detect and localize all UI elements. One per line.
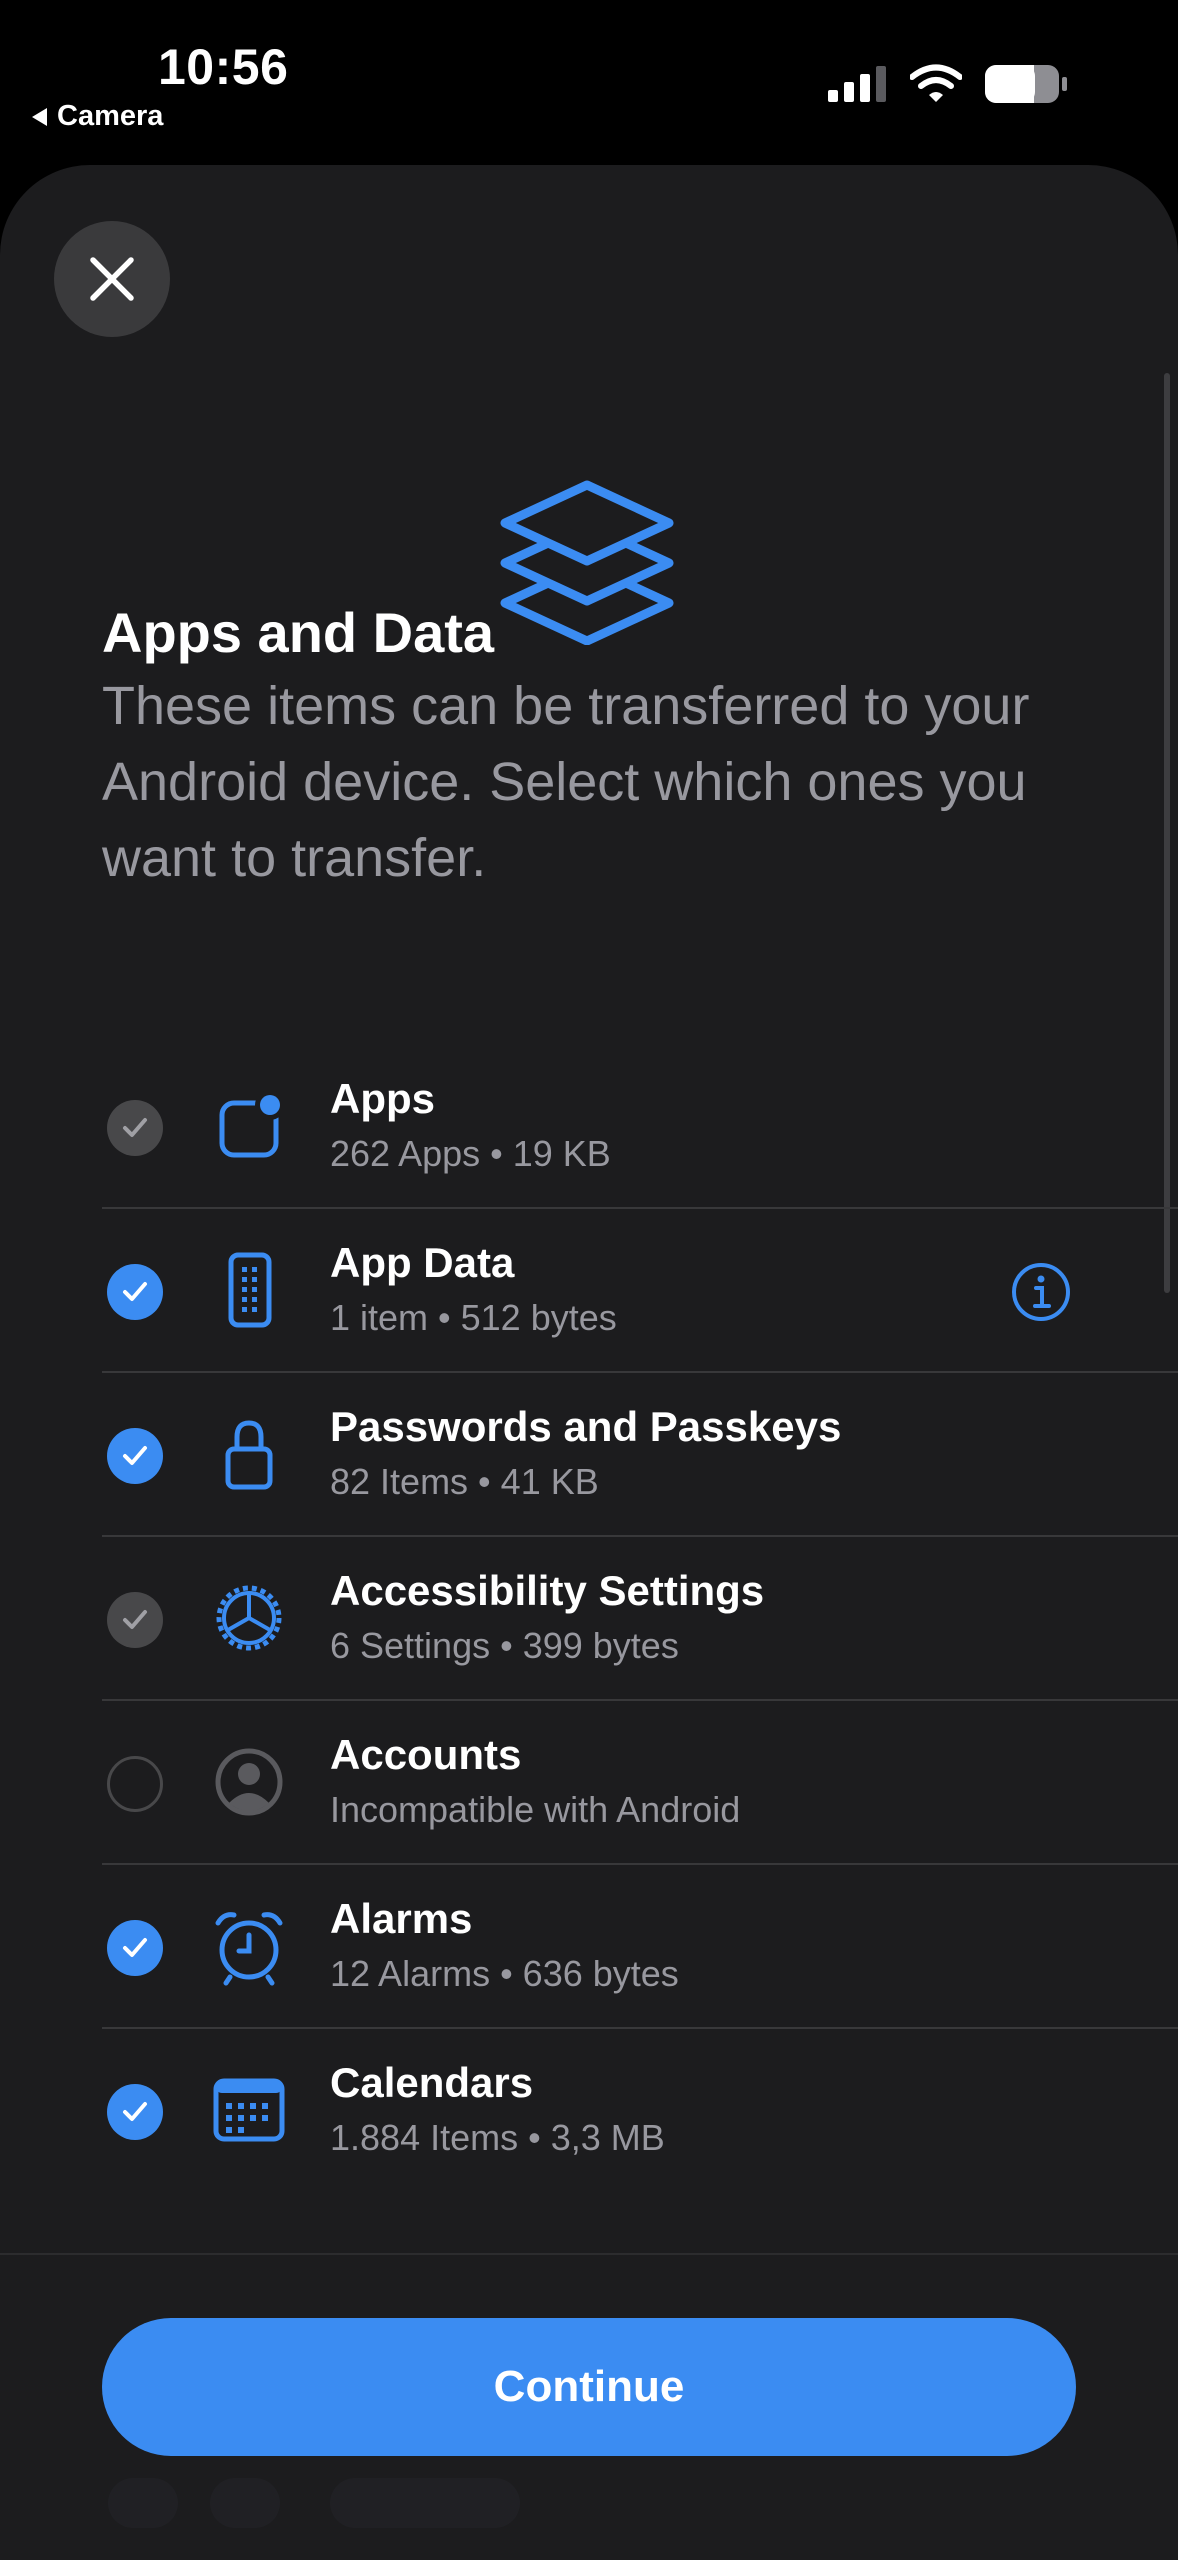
status-time: 10:56 <box>158 39 289 95</box>
item-title: Passwords and Passkeys <box>330 1403 842 1450</box>
scrolled-content-shadow <box>330 2478 520 2528</box>
checkmark-icon[interactable] <box>107 1100 163 1156</box>
list-item-apps[interactable]: Apps 262 Apps • 19 KB <box>0 1045 1178 1209</box>
back-to-camera-link[interactable]: Camera <box>32 100 163 133</box>
list-item-alarms[interactable]: Alarms 12 Alarms • 636 bytes <box>0 1865 1178 2029</box>
checkmark-icon[interactable] <box>107 1592 163 1648</box>
empty-circle-icon <box>107 1756 163 1812</box>
alarm-clock-icon <box>208 1905 290 1987</box>
back-label: Camera <box>57 100 164 132</box>
status-icons <box>828 64 1068 104</box>
wifi-icon <box>910 64 962 102</box>
item-detail: Incompatible with Android <box>330 1789 741 1830</box>
accessibility-gear-icon <box>208 1577 290 1659</box>
item-detail: 6 Settings • 399 bytes <box>330 1625 679 1666</box>
stacked-layers-icon <box>500 480 674 645</box>
item-detail: 82 Items • 41 KB <box>330 1461 599 1502</box>
transfer-items-list: Apps 262 Apps • 19 KB App Data 1 item • … <box>0 1045 1178 2193</box>
phone-icon <box>208 1249 290 1331</box>
info-icon[interactable] <box>1010 1261 1072 1323</box>
item-title: Accounts <box>330 1731 522 1778</box>
close-button[interactable] <box>54 221 170 337</box>
lock-icon <box>208 1413 290 1495</box>
checkmark-icon[interactable] <box>107 1264 163 1320</box>
item-detail: 262 Apps • 19 KB <box>330 1133 611 1174</box>
battery-icon <box>985 65 1067 103</box>
list-item-passwords[interactable]: Passwords and Passkeys 82 Items • 41 KB <box>0 1373 1178 1537</box>
page-subtitle: These items can be transferred to your A… <box>102 676 1030 888</box>
calendar-icon <box>208 2069 290 2151</box>
item-title: Apps <box>330 1075 435 1122</box>
item-title: Accessibility Settings <box>330 1567 765 1614</box>
item-title: Alarms <box>330 1895 473 1942</box>
list-item-accessibility[interactable]: Accessibility Settings 6 Settings • 399 … <box>0 1537 1178 1701</box>
scrolled-content-shadow <box>108 2478 178 2528</box>
app-badge-icon <box>208 1085 290 1167</box>
status-bar: 10:56 Camera <box>0 0 1178 160</box>
list-item-accounts: Accounts Incompatible with Android <box>0 1701 1178 1865</box>
back-triangle-icon <box>32 107 47 126</box>
checkmark-icon[interactable] <box>107 2084 163 2140</box>
person-circle-icon <box>208 1741 290 1823</box>
list-item-app-data[interactable]: App Data 1 item • 512 bytes <box>0 1209 1178 1373</box>
close-icon <box>90 257 134 301</box>
item-title: App Data <box>330 1239 515 1286</box>
item-detail: 12 Alarms • 636 bytes <box>330 1953 679 1994</box>
checkmark-icon[interactable] <box>107 1428 163 1484</box>
continue-button[interactable]: Continue <box>102 2318 1076 2456</box>
item-detail: 1 item • 512 bytes <box>330 1297 617 1338</box>
item-title: Calendars <box>330 2059 534 2106</box>
scrolled-content-shadow <box>210 2478 280 2528</box>
item-detail: 1.884 Items • 3,3 MB <box>330 2117 665 2158</box>
cellular-signal-icon <box>828 66 886 102</box>
checkmark-icon[interactable] <box>107 1920 163 1976</box>
page-title: Apps and Data <box>102 601 495 664</box>
list-item-calendars[interactable]: Calendars 1.884 Items • 3,3 MB <box>0 2029 1178 2193</box>
